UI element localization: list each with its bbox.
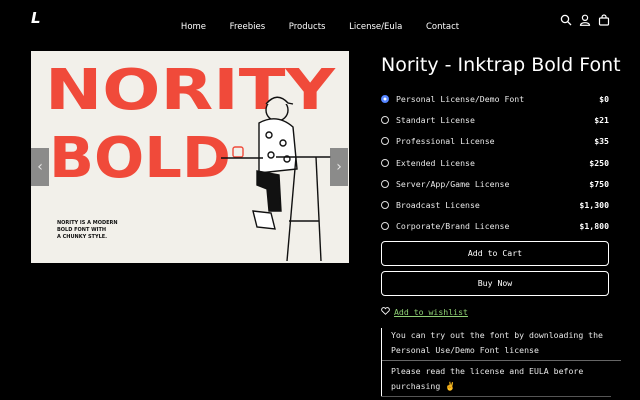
account-icon[interactable] — [579, 11, 591, 26]
radio[interactable] — [381, 158, 389, 167]
license-option-server[interactable]: Server/App/Game License $750 — [381, 173, 609, 194]
license-price: $1,300 — [579, 200, 609, 211]
radio-selected[interactable] — [381, 94, 389, 103]
license-name: Personal License/Demo Font — [396, 93, 525, 104]
license-option-extended[interactable]: Extended License $250 — [381, 152, 609, 173]
wishlist-label[interactable]: Add to wishlist — [394, 307, 468, 317]
product-notes: You can try out the font by downloading … — [381, 328, 621, 396]
headline-line1: NORITY — [45, 58, 337, 123]
nav-contact[interactable]: Contact — [426, 22, 459, 32]
wishlist-link[interactable]: Add to wishlist — [381, 307, 468, 317]
license-name: Extended License — [396, 157, 475, 168]
license-option-professional[interactable]: Professional License $35 — [381, 131, 609, 152]
license-option-personal[interactable]: Personal License/Demo Font $0 — [381, 88, 609, 109]
chevron-right-icon: › — [336, 159, 342, 175]
nav-license[interactable]: License/Eula — [349, 22, 402, 32]
radio[interactable] — [381, 201, 389, 210]
nav-products[interactable]: Products — [289, 22, 326, 32]
license-name: Professional License — [396, 136, 495, 147]
divider — [381, 396, 611, 397]
gallery-prev-button[interactable]: ‹ — [31, 148, 49, 186]
search-icon[interactable] — [560, 11, 572, 26]
license-options: Personal License/Demo Font $0 Standart L… — [381, 88, 609, 237]
nav-home[interactable]: Home — [181, 22, 206, 32]
chevron-left-icon: ‹ — [37, 159, 43, 175]
cart-icon[interactable] — [598, 11, 610, 26]
license-price: $750 — [589, 178, 609, 189]
product-title: Nority - Inktrap Bold Font — [381, 54, 621, 76]
headline-line2: BOLD — [49, 126, 231, 191]
heart-icon — [381, 307, 390, 317]
radio[interactable] — [381, 115, 389, 124]
note-demo: You can try out the font by downloading … — [391, 330, 603, 355]
add-to-cart-button[interactable]: Add to Cart — [381, 241, 609, 266]
license-price: $250 — [589, 157, 609, 168]
license-price: $21 — [594, 114, 609, 125]
note-eula: Please read the license and EULA before … — [391, 366, 584, 391]
tagline-3: A CHUNKY STYLE. — [57, 234, 107, 240]
gallery-next-button[interactable]: › — [330, 148, 348, 186]
radio[interactable] — [381, 222, 389, 231]
license-option-standart[interactable]: Standart License $21 — [381, 109, 609, 130]
radio[interactable] — [381, 137, 389, 146]
license-name: Broadcast License — [396, 200, 480, 211]
product-image[interactable]: NORITY BOLD NORITY IS A MODERN BOLD FONT… — [31, 51, 349, 263]
tagline-2: BOLD FONT WITH — [57, 227, 106, 233]
license-name: Server/App/Game License — [396, 178, 510, 189]
license-name: Standart License — [396, 114, 475, 125]
header-icons — [560, 11, 610, 26]
license-price: $35 — [594, 136, 609, 147]
tagline-1: NORITY IS A MODERN — [57, 220, 118, 226]
license-name: Corporate/Brand License — [396, 221, 510, 232]
license-price: $0 — [599, 93, 609, 104]
main-nav: Home Freebies Products License/Eula Cont… — [0, 14, 640, 33]
buy-now-button[interactable]: Buy Now — [381, 271, 609, 296]
divider — [382, 360, 621, 361]
license-option-broadcast[interactable]: Broadcast License $1,300 — [381, 194, 609, 215]
header: L Home Freebies Products License/Eula Co… — [0, 0, 640, 38]
license-price: $1,800 — [579, 221, 609, 232]
license-option-corporate[interactable]: Corporate/Brand License $1,800 — [381, 216, 609, 237]
nav-freebies[interactable]: Freebies — [230, 22, 265, 32]
radio[interactable] — [381, 179, 389, 188]
